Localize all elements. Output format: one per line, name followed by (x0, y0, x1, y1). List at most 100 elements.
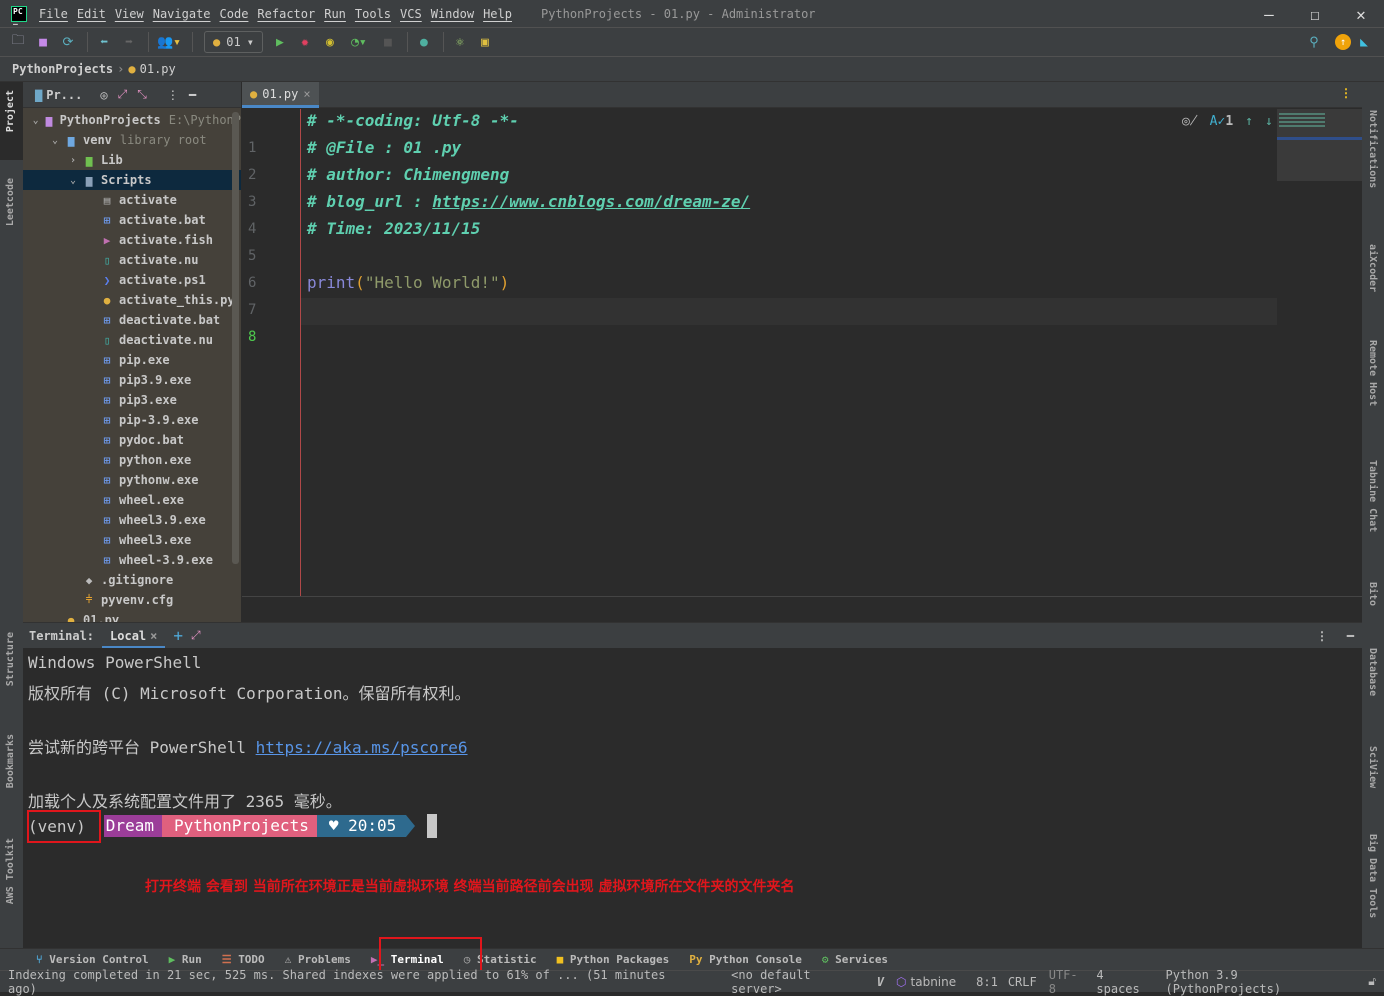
menu-vcs[interactable]: VCS (400, 7, 422, 21)
chevron-icon[interactable]: ⌄ (47, 135, 63, 146)
menu-window[interactable]: Window (431, 7, 474, 21)
tree-item[interactable]: ⊞ wheel3.exe (23, 530, 241, 550)
hide-terminal-icon[interactable]: ━ (1347, 629, 1354, 643)
tree-item[interactable]: ⊞ pip-3.9.exe (23, 410, 241, 430)
options-icon[interactable]: ⋮ (167, 88, 179, 102)
locate-icon[interactable]: ◎ (100, 88, 107, 102)
project-panel-title[interactable]: Pr... (46, 88, 82, 102)
tool-python-packages[interactable]: ■ Python Packages (557, 953, 670, 966)
tab-01-py[interactable]: ● 01.py × (242, 82, 319, 108)
plugin-icon[interactable]: ▣ (474, 31, 496, 53)
stripe-remote-host[interactable]: Remote Host (1367, 340, 1378, 406)
stripe-big-data-tools[interactable]: Big Data Tools (1367, 834, 1378, 918)
stripe-structure[interactable]: Structure (5, 632, 16, 686)
stripe-database[interactable]: Database (1367, 648, 1378, 696)
coverage-icon[interactable]: ◉ (319, 31, 341, 53)
stripe-aixcoder[interactable]: aiXcoder (1367, 244, 1378, 292)
forward-icon[interactable]: ➡ (118, 31, 140, 53)
stripe-bito[interactable]: Bito (1367, 582, 1378, 606)
chevron-icon[interactable]: › (65, 155, 81, 166)
tree-item[interactable]: ⌄ ▆ PythonProjects E:\PythonP (23, 110, 241, 130)
tool-todo[interactable]: ☰ TODO (222, 953, 265, 966)
tree-item[interactable]: ⌄ ▆ venv library root (23, 130, 241, 150)
tree-item[interactable]: ⊞ pip.exe (23, 350, 241, 370)
menu-view[interactable]: View (115, 7, 144, 21)
tree-item[interactable]: ▯ activate.nu (23, 250, 241, 270)
menu-file[interactable]: File (39, 7, 68, 21)
breadcrumb-project[interactable]: PythonProjects (12, 62, 113, 76)
tree-item[interactable]: ▯ deactivate.nu (23, 330, 241, 350)
collapse-all-icon[interactable]: ⤡ (137, 87, 147, 102)
tool-problems[interactable]: ⚠ Problems (285, 953, 351, 966)
next-highlight-icon[interactable]: ↓ (1265, 114, 1273, 129)
tree-item[interactable]: ◆ .gitignore (23, 570, 241, 590)
tool-services[interactable]: ⚙ Services (822, 953, 888, 966)
codewithme-icon[interactable]: ◣ (1353, 31, 1375, 53)
record-icon[interactable]: ● (413, 31, 435, 53)
caret-position[interactable]: 8:1 (976, 975, 998, 989)
tree-item[interactable]: ⌄ ▆ Scripts (23, 170, 241, 190)
tree-item[interactable]: ⫩ pyvenv.cfg (23, 590, 241, 610)
minimize-button[interactable]: — (1246, 0, 1292, 28)
indent-setting[interactable]: 4 spaces (1096, 968, 1153, 996)
tree-item[interactable]: ⊞ pythonw.exe (23, 470, 241, 490)
pscore-link[interactable]: https://aka.ms/pscore6 (256, 738, 468, 757)
status-message[interactable]: Indexing completed in 21 sec, 525 ms. Sh… (8, 968, 693, 996)
stripe-leetcode[interactable]: Leetcode (5, 178, 16, 226)
deployment-server[interactable]: <no default server> (731, 968, 867, 996)
menu-edit[interactable]: Edit (77, 7, 106, 21)
tool-run[interactable]: ▶ Run (169, 953, 202, 966)
update-icon[interactable]: ↑ (1335, 34, 1351, 50)
editor-options-icon[interactable]: ⋮ (1340, 86, 1352, 100)
stripe-project[interactable]: Project (5, 90, 16, 132)
reader-mode-icon[interactable]: ◎̸ (1182, 114, 1198, 129)
close-tab-icon[interactable]: × (150, 629, 157, 643)
expand-all-icon[interactable]: ⤢ (118, 87, 128, 102)
lock-icon[interactable]: 🔓︎ (1368, 974, 1376, 989)
run-icon[interactable]: ▶ (269, 31, 291, 53)
sync-icon[interactable]: ⟳ (57, 31, 79, 53)
close-window-button[interactable]: ✕ (1338, 0, 1384, 28)
tree-item[interactable]: ⊞ deactivate.bat (23, 310, 241, 330)
tool-version-control[interactable]: ⑂ Version Control (36, 953, 149, 966)
tree-item[interactable]: › ▆ Lib (23, 150, 241, 170)
tree-item[interactable]: ⊞ pip3.9.exe (23, 370, 241, 390)
chevron-icon[interactable]: ⌄ (29, 115, 42, 126)
maximize-button[interactable]: ☐ (1292, 0, 1338, 28)
stripe-aws-toolkit[interactable]: AWS Toolkit (5, 838, 16, 904)
menu-code[interactable]: Code (220, 7, 249, 21)
minimap[interactable] (1277, 109, 1362, 181)
menu-tools[interactable]: Tools (355, 7, 391, 21)
menu-help[interactable]: Help (483, 7, 512, 21)
stripe-bookmarks[interactable]: Bookmarks (5, 734, 16, 788)
spellcheck-icon[interactable]: A✓1 (1210, 114, 1233, 129)
menu-refactor[interactable]: Refactor (257, 7, 315, 21)
atom-icon[interactable]: ⚛ (449, 31, 471, 53)
run-config-selector[interactable]: ● 01 ▾ (204, 31, 263, 53)
open-folder-icon[interactable]: 🗀 (7, 31, 29, 53)
stripe-notifications[interactable]: Notifications (1367, 110, 1378, 188)
tree-item[interactable]: ⊞ pip3.exe (23, 390, 241, 410)
tool-python-console[interactable]: Py Python Console (689, 953, 802, 966)
debug-icon[interactable]: ✹ (294, 31, 316, 53)
tree-item[interactable]: ⊞ wheel.exe (23, 490, 241, 510)
tree-item[interactable]: ▤ activate (23, 190, 241, 210)
tree-item[interactable]: ⊞ pydoc.bat (23, 430, 241, 450)
close-tab-icon[interactable]: × (303, 87, 310, 101)
line-separator[interactable]: CRLF (1008, 975, 1037, 989)
tree-item[interactable]: ⊞ wheel-3.9.exe (23, 550, 241, 570)
stop-icon[interactable]: ■ (377, 31, 399, 53)
menu-navigate[interactable]: Navigate (153, 7, 211, 21)
menu-run[interactable]: Run (324, 7, 346, 21)
file-encoding[interactable]: UTF-8 (1049, 968, 1085, 996)
breadcrumb-file[interactable]: 01.py (140, 62, 176, 76)
tree-item[interactable]: ⊞ wheel3.9.exe (23, 510, 241, 530)
tree-item[interactable]: ● activate_this.py (23, 290, 241, 310)
previous-highlight-icon[interactable]: ↑ (1245, 114, 1253, 129)
terminal-output[interactable]: Windows PowerShell 版权所有 (C) Microsoft Co… (23, 648, 1362, 948)
chevron-icon[interactable]: ⌄ (65, 175, 81, 186)
search-icon[interactable]: ⚲ (1303, 31, 1325, 53)
vim-icon[interactable]: V (877, 975, 884, 989)
tab-local[interactable]: Local × (102, 623, 166, 649)
stripe-tabnine-chat[interactable]: Tabnine Chat (1367, 460, 1378, 532)
